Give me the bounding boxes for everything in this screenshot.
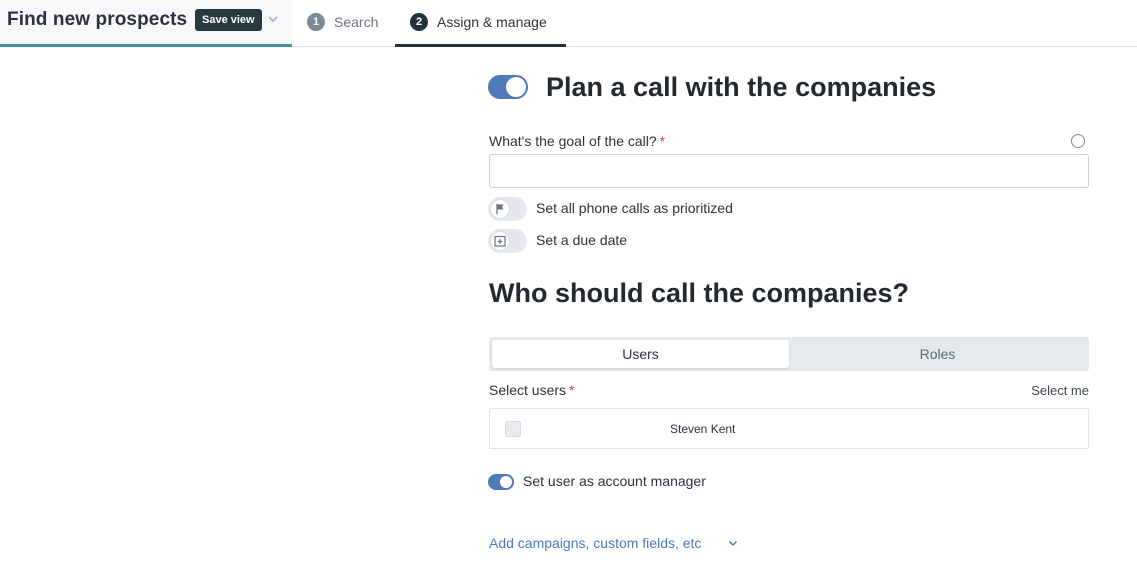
prioritize-calls-toggle[interactable] <box>488 197 527 221</box>
due-date-toggle[interactable] <box>488 229 527 253</box>
user-row[interactable]: Steven Kent <box>489 408 1089 449</box>
user-name: Steven Kent <box>670 422 736 436</box>
account-manager-label: Set user as account manager <box>523 473 706 489</box>
step-number-badge: 1 <box>307 13 325 31</box>
select-me-link[interactable]: Select me <box>1000 383 1089 398</box>
select-users-label: Select users * <box>489 382 575 398</box>
who-heading: Who should call the companies? <box>489 278 910 308</box>
select-users-label-text: Select users <box>489 382 567 398</box>
toggle-knob <box>500 476 512 488</box>
tab-users[interactable]: Users <box>492 340 789 368</box>
chevron-down-icon[interactable] <box>266 12 280 26</box>
tab-search-label: Search <box>334 14 379 30</box>
plan-call-toggle[interactable] <box>488 75 528 99</box>
account-manager-toggle[interactable] <box>488 474 514 490</box>
chevron-down-icon[interactable] <box>727 537 739 549</box>
info-circle-icon[interactable] <box>1071 134 1085 148</box>
due-date-label: Set a due date <box>536 232 628 248</box>
save-view-button[interactable]: Save view <box>195 9 262 31</box>
page-title: Find new prospects <box>7 9 188 30</box>
calendar-icon <box>494 235 506 247</box>
tab-assign-manage-label: Assign & manage <box>437 14 547 30</box>
goal-label-text: What's the goal of the call? <box>489 133 657 149</box>
required-mark: * <box>569 382 575 398</box>
top-bar: Find new prospects Save view 1 Search 2 … <box>0 0 1137 47</box>
add-campaigns-link[interactable]: Add campaigns, custom fields, etc <box>489 535 701 551</box>
prioritize-calls-label: Set all phone calls as prioritized <box>536 200 733 216</box>
tab-assign-manage[interactable]: 2 Assign & manage <box>395 0 566 47</box>
plan-call-heading: Plan a call with the companies <box>546 72 937 102</box>
required-mark: * <box>659 133 666 149</box>
step-number-badge: 2 <box>410 13 428 31</box>
tab-roles[interactable]: Roles <box>789 340 1086 368</box>
tab-search[interactable]: 1 Search <box>296 0 392 47</box>
users-roles-switch: Users Roles <box>489 337 1089 371</box>
user-checkbox[interactable] <box>505 421 521 437</box>
goal-input[interactable] <box>489 154 1089 188</box>
goal-label: What's the goal of the call? * <box>489 133 665 149</box>
toggle-knob <box>506 77 526 97</box>
title-block: Find new prospects Save view <box>0 0 292 47</box>
flag-icon <box>496 204 504 214</box>
